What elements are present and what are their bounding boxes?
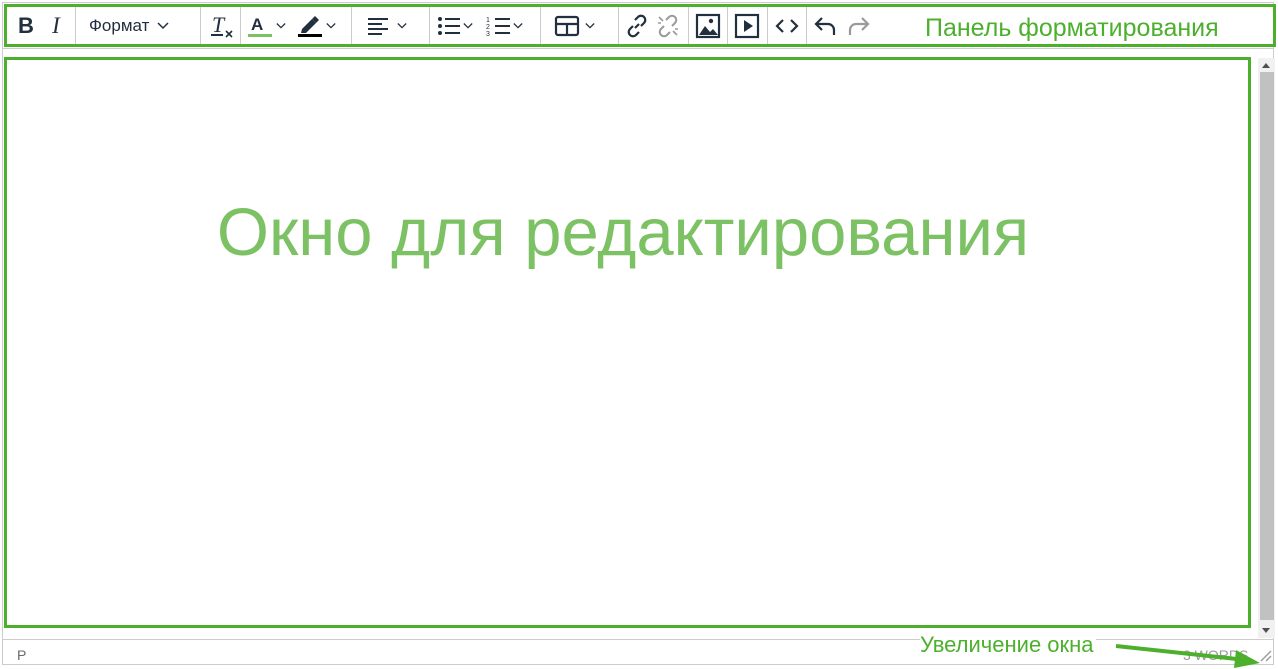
table-dropdown[interactable] — [553, 11, 607, 41]
svg-text:T: T — [212, 13, 226, 37]
insert-media-button[interactable] — [732, 11, 762, 41]
text-color-icon: A — [248, 15, 272, 37]
chevron-down-icon[interactable] — [397, 21, 407, 31]
toolbar-divider — [540, 5, 541, 47]
toolbar-divider — [429, 5, 430, 47]
element-path[interactable]: P — [17, 647, 26, 663]
unlink-icon — [658, 14, 678, 38]
italic-button[interactable]: I — [43, 11, 69, 41]
svg-text:2: 2 — [486, 24, 490, 31]
formatting-toolbar: B I Формат T A 1 2 3 Панель форматирован… — [3, 3, 1273, 49]
toolbar-divider — [200, 5, 201, 47]
bullet-list-button[interactable] — [435, 11, 483, 41]
scroll-down-arrow-icon[interactable] — [1262, 628, 1270, 633]
svg-text:A: A — [251, 15, 263, 34]
insert-image-button[interactable] — [693, 11, 723, 41]
toolbar-divider — [75, 5, 76, 47]
insert-link-button[interactable] — [622, 11, 652, 41]
bold-icon: B — [18, 13, 34, 38]
undo-icon — [814, 17, 836, 35]
resize-annotation-arrow-icon — [1115, 644, 1260, 668]
link-icon — [627, 14, 647, 38]
chevron-down-icon[interactable] — [276, 21, 286, 31]
toolbar-divider — [727, 5, 728, 47]
rich-text-editor: B I Формат T A 1 2 3 Панель форматирован… — [2, 2, 1275, 665]
editing-area[interactable]: Окно для редактирования — [5, 58, 1257, 633]
chevron-down-icon[interactable] — [513, 21, 523, 31]
toolbar-divider — [806, 5, 807, 47]
redo-button[interactable] — [843, 11, 873, 41]
format-dropdown[interactable]: Формат — [89, 11, 189, 41]
align-dropdown[interactable] — [365, 11, 417, 41]
svg-text:3: 3 — [486, 31, 490, 38]
undo-button[interactable] — [811, 11, 841, 41]
align-left-icon — [368, 18, 388, 35]
chevron-down-icon — [157, 22, 169, 30]
play-video-icon — [734, 13, 760, 39]
table-icon — [554, 15, 580, 37]
editing-area-annotation-label: Окно для редактирования — [216, 195, 1030, 270]
toolbar-divider — [351, 5, 352, 47]
vertical-scrollbar[interactable] — [1258, 58, 1275, 638]
svg-text:1: 1 — [486, 17, 490, 24]
chevron-down-icon[interactable] — [463, 21, 473, 31]
toolbar-divider — [618, 5, 619, 47]
scroll-up-arrow-icon[interactable] — [1262, 63, 1270, 68]
image-icon — [695, 13, 721, 39]
text-color-button[interactable]: A — [246, 11, 294, 41]
clear-formatting-icon: T — [211, 13, 233, 38]
chevron-down-icon[interactable] — [326, 21, 336, 31]
bullet-list-icon — [438, 17, 460, 35]
resize-annotation-label: Увеличение окна — [920, 632, 1096, 658]
numbered-list-icon: 1 2 3 — [486, 17, 510, 38]
highlight-marker-icon — [298, 16, 322, 37]
toolbar-annotation-label: Панель форматирования — [925, 14, 1219, 42]
italic-icon: I — [52, 13, 60, 38]
numbered-list-button[interactable]: 1 2 3 — [485, 11, 533, 41]
clear-formatting-button[interactable]: T — [206, 11, 236, 41]
format-dropdown-label: Формат — [89, 16, 150, 35]
unlink-button[interactable] — [653, 11, 683, 41]
scrollbar-thumb[interactable] — [1260, 72, 1274, 620]
toolbar-divider — [688, 5, 689, 47]
bold-button[interactable]: B — [13, 11, 39, 41]
toolbar-divider — [767, 5, 768, 47]
redo-icon — [848, 17, 870, 35]
chevron-down-icon[interactable] — [585, 21, 595, 31]
highlight-color-button[interactable] — [296, 11, 344, 41]
source-code-button[interactable] — [772, 11, 802, 41]
toolbar-divider — [240, 5, 241, 47]
code-icon — [775, 19, 799, 33]
